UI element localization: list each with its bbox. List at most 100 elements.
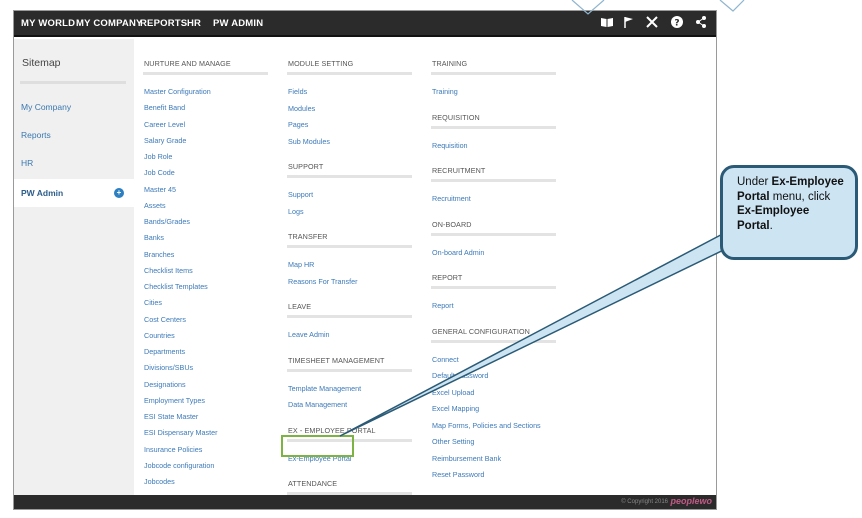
link-checklist-templates[interactable]: Checklist Templates xyxy=(144,282,208,291)
flag-icon[interactable] xyxy=(621,15,637,31)
link-master-45[interactable]: Master 45 xyxy=(144,185,176,194)
link-map-forms-policies-and-sections[interactable]: Map Forms, Policies and Sections xyxy=(432,421,541,430)
link-support[interactable]: Support xyxy=(288,190,313,199)
link-pages[interactable]: Pages xyxy=(288,120,308,129)
link-template-management[interactable]: Template Management xyxy=(288,384,361,393)
link-departments[interactable]: Departments xyxy=(144,347,185,356)
link-modules[interactable]: Modules xyxy=(288,104,315,113)
svg-text:?: ? xyxy=(674,19,679,29)
sidebar: Sitemap My Company Reports HR PW Admin + xyxy=(14,39,134,509)
link-benefit-band[interactable]: Benefit Band xyxy=(144,103,185,112)
section-divider xyxy=(431,232,556,236)
link-divisions-sbus[interactable]: Divisions/SBUs xyxy=(144,363,193,372)
plus-icon[interactable]: + xyxy=(114,188,124,198)
link-sub-modules[interactable]: Sub Modules xyxy=(288,137,330,146)
section-divider xyxy=(287,72,412,75)
section-divider xyxy=(287,368,412,372)
section-heading-module-setting: MODULE SETTING xyxy=(288,59,354,68)
link-map-hr[interactable]: Map HR xyxy=(288,260,314,269)
link-reasons-for-transfer[interactable]: Reasons For Transfer xyxy=(288,277,358,286)
section-divider xyxy=(287,245,412,248)
link-esi-state-master[interactable]: ESI State Master xyxy=(144,412,198,421)
section-divider xyxy=(431,286,556,289)
link-job-role[interactable]: Job Role xyxy=(144,152,172,161)
link-training[interactable]: Training xyxy=(432,87,458,96)
help-icon[interactable]: ? xyxy=(669,15,685,31)
link-job-code[interactable]: Job Code xyxy=(144,168,175,177)
sidebar-item-my-company[interactable]: My Company xyxy=(14,93,134,121)
sidebar-item-hr[interactable]: HR xyxy=(14,149,134,177)
section-heading-attendance: ATTENDANCE xyxy=(288,479,338,488)
section-heading-requisition: REQUISITION xyxy=(432,112,480,122)
peopleworks-logo: peoplewo xyxy=(670,496,712,506)
link-master-configuration[interactable]: Master Configuration xyxy=(144,87,211,96)
section-heading-timesheet-management: TIMESHEET MANAGEMENT xyxy=(288,355,385,365)
section-divider xyxy=(143,72,268,75)
link-designations[interactable]: Designations xyxy=(144,380,186,389)
link-connect[interactable]: Connect xyxy=(432,355,459,364)
link-branches[interactable]: Branches xyxy=(144,250,174,259)
nav-my-world[interactable]: MY WORLD xyxy=(21,11,75,37)
section-divider xyxy=(431,339,556,343)
section-heading-support: SUPPORT xyxy=(288,162,324,171)
footer-bar: © Copyright 2016 peoplewo xyxy=(14,495,716,509)
section-heading-on-board: ON-BOARD xyxy=(432,219,472,229)
link-jobcode-configuration[interactable]: Jobcode configuration xyxy=(144,461,214,470)
callout-text-prefix: Under xyxy=(737,176,772,188)
link-default-password[interactable]: Default Password xyxy=(432,371,488,380)
nav-hr[interactable]: HR xyxy=(187,11,201,37)
nav-pw-admin[interactable]: PW ADMIN xyxy=(213,11,263,37)
link-logs[interactable]: Logs xyxy=(288,207,304,216)
sidebar-title: Sitemap xyxy=(22,57,61,69)
ex-employee-portal-highlight xyxy=(281,435,354,457)
section-heading-leave: LEAVE xyxy=(288,302,312,311)
section-divider xyxy=(431,125,556,129)
link-checklist-items[interactable]: Checklist Items xyxy=(144,266,193,275)
link-excel-mapping[interactable]: Excel Mapping xyxy=(432,404,479,413)
app-window: MY WORLD MY COMPANY REPORTS HR PW ADMIN … xyxy=(13,10,717,510)
top-nav-bar: MY WORLD MY COMPANY REPORTS HR PW ADMIN … xyxy=(14,11,716,37)
link-salary-grade[interactable]: Salary Grade xyxy=(144,136,186,145)
link-requisition[interactable]: Requisition xyxy=(432,141,468,150)
section-heading-report: REPORT xyxy=(432,273,463,282)
link-recruitment[interactable]: Recruitment xyxy=(432,194,471,203)
section-heading-general-configuration: GENERAL CONFIGURATION xyxy=(432,326,530,336)
link-leave-admin[interactable]: Leave Admin xyxy=(288,330,330,339)
link-employment-types[interactable]: Employment Types xyxy=(144,396,205,405)
link-banks[interactable]: Banks xyxy=(144,233,164,242)
section-divider xyxy=(431,72,556,75)
link-cost-centers[interactable]: Cost Centers xyxy=(144,315,186,324)
link-excel-upload[interactable]: Excel Upload xyxy=(432,388,474,397)
callout-text-middle: menu, click xyxy=(769,190,831,203)
link-data-management[interactable]: Data Management xyxy=(288,400,347,409)
section-heading-recruitment: RECRUITMENT xyxy=(432,166,486,175)
link-report[interactable]: Report xyxy=(432,301,454,310)
nav-reports[interactable]: REPORTS xyxy=(140,11,187,37)
section-divider xyxy=(287,175,412,178)
link-cities[interactable]: Cities xyxy=(144,298,162,307)
link-on-board-admin[interactable]: On-board Admin xyxy=(432,248,484,257)
tools-icon[interactable] xyxy=(644,15,660,31)
link-assets[interactable]: Assets xyxy=(144,201,166,210)
link-reimbursement-bank[interactable]: Reimbursement Bank xyxy=(432,454,501,463)
section-heading-ex-employee-portal: EX - EMPLOYEE PORTAL xyxy=(288,425,376,435)
sidebar-item-pw-admin[interactable]: PW Admin + xyxy=(14,179,134,207)
section-heading-training: TRAINING xyxy=(432,59,468,68)
link-esi-dispensary-master[interactable]: ESI Dispensary Master xyxy=(144,428,218,437)
link-fields[interactable]: Fields xyxy=(288,87,307,96)
link-reset-password[interactable]: Reset Password xyxy=(432,470,484,479)
section-divider xyxy=(287,315,412,318)
link-career-level[interactable]: Career Level xyxy=(144,120,185,129)
link-insurance-policies[interactable]: Insurance Policies xyxy=(144,445,202,454)
link-other-setting[interactable]: Other Setting xyxy=(432,437,474,446)
nav-my-company[interactable]: MY COMPANY xyxy=(76,11,143,37)
link-countries[interactable]: Countries xyxy=(144,331,175,340)
share-icon[interactable] xyxy=(693,15,709,31)
link-bands-grades[interactable]: Bands/Grades xyxy=(144,217,190,226)
top-arrow-right xyxy=(719,0,745,12)
book-icon[interactable] xyxy=(599,15,615,31)
instruction-callout: Under Ex-Employee Portal menu, click Ex-… xyxy=(720,165,858,260)
sidebar-item-reports[interactable]: Reports xyxy=(14,121,134,149)
link-jobcodes[interactable]: Jobcodes xyxy=(144,477,175,486)
section-heading-nurture-and-manage: NURTURE AND MANAGE xyxy=(144,59,231,68)
